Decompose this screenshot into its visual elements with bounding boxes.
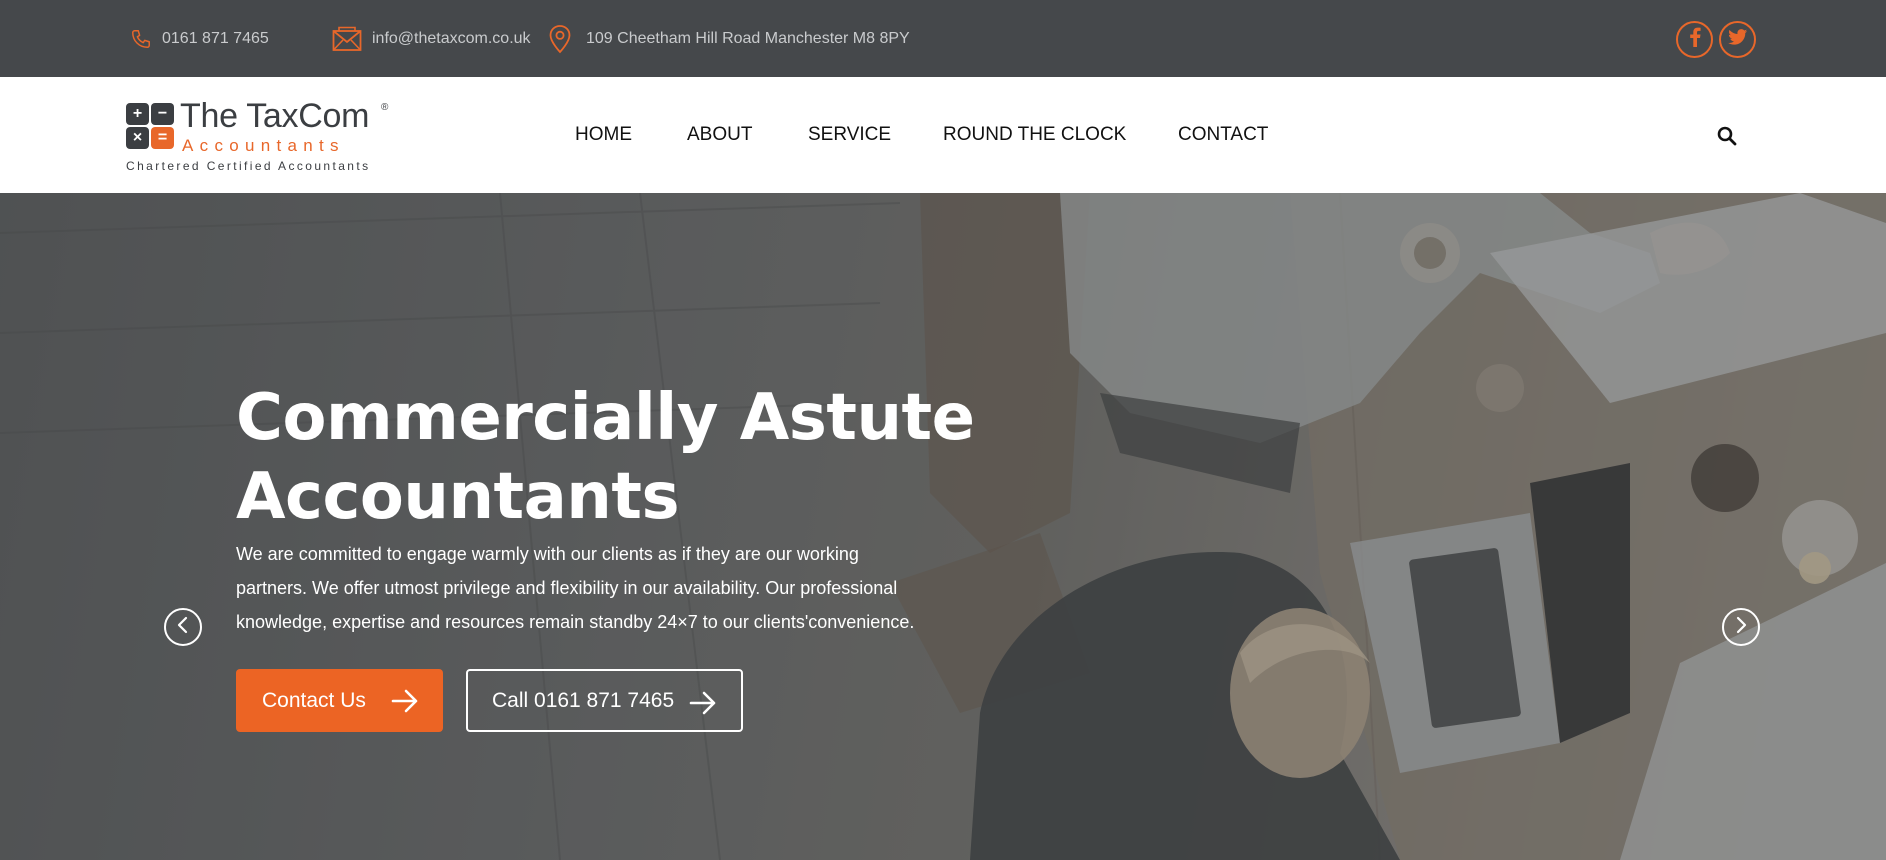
logo-minus-cell: − [151, 103, 174, 125]
arrow-right-icon [689, 691, 717, 721]
hero-heading-line-2: Accountants [236, 460, 680, 534]
contact-us-button[interactable]: Contact Us [236, 669, 443, 732]
call-phone-label: Call 0161 871 7465 [492, 688, 675, 712]
phone-icon [130, 28, 152, 50]
hero-description-line-1: We are committed to engage warmly with o… [236, 544, 859, 564]
hero-heading: Commercially Astute Accountants [236, 379, 996, 537]
search-icon [1716, 126, 1738, 151]
call-phone-button[interactable]: Call 0161 871 7465 [466, 669, 743, 732]
address-contact: 109 Cheetham Hill Road Manchester M8 8PY [548, 0, 910, 77]
slider-previous-button[interactable] [164, 608, 202, 646]
nav-item-home[interactable]: HOME [575, 124, 632, 146]
facebook-icon [1688, 27, 1702, 52]
logo-registered-mark: ® [381, 102, 389, 113]
search-button[interactable] [1716, 125, 1738, 147]
twitter-link[interactable] [1719, 21, 1756, 58]
twitter-icon [1727, 28, 1748, 51]
facebook-link[interactable] [1676, 21, 1713, 58]
email-address: info@thetaxcom.co.uk [372, 29, 531, 47]
logo-times-cell: × [126, 127, 149, 149]
logo-equals-cell: = [151, 127, 174, 149]
email-contact[interactable]: info@thetaxcom.co.uk [332, 0, 531, 77]
logo-tagline: Chartered Certified Accountants [126, 159, 371, 173]
chevron-left-icon [176, 616, 190, 639]
chevron-right-icon [1734, 616, 1748, 639]
logo-subtitle: Accountants [182, 136, 345, 155]
location-pin-icon [548, 24, 572, 54]
hero-description-line-2: partners. We offer utmost privilege and … [236, 578, 898, 598]
logo-plus-cell: + [126, 103, 149, 125]
nav-item-round-the-clock[interactable]: ROUND THE CLOCK [943, 124, 1126, 146]
nav-item-service[interactable]: SERVICE [808, 124, 891, 146]
arrow-right-icon [391, 689, 419, 719]
nav-item-about[interactable]: ABOUT [687, 124, 752, 146]
logo-wordmark: The TaxCom [180, 97, 370, 135]
phone-contact[interactable]: 0161 871 7465 [130, 0, 269, 77]
hero-slider: Commercially Astute Accountants We are c… [0, 193, 1886, 860]
street-address: 109 Cheetham Hill Road Manchester M8 8PY [586, 29, 910, 47]
slider-next-button[interactable] [1722, 608, 1760, 646]
main-header: + − × = The TaxCom ® Accountants Charter… [0, 77, 1886, 193]
calculator-logo-mark: + − × = [126, 103, 178, 153]
site-logo[interactable]: + − × = The TaxCom ® Accountants Charter… [126, 97, 396, 175]
hero-description-line-3: knowledge, expertise and resources remai… [236, 612, 915, 632]
phone-number: 0161 871 7465 [162, 29, 269, 47]
envelope-icon [332, 26, 362, 52]
top-contact-bar: 0161 871 7465 info@thetaxcom.co.uk 109 C… [0, 0, 1886, 77]
hero-description: We are committed to engage warmly with o… [236, 537, 956, 639]
hero-heading-line-1: Commercially Astute [236, 381, 975, 455]
contact-us-label: Contact Us [262, 688, 366, 712]
nav-item-contact[interactable]: CONTACT [1178, 124, 1268, 146]
